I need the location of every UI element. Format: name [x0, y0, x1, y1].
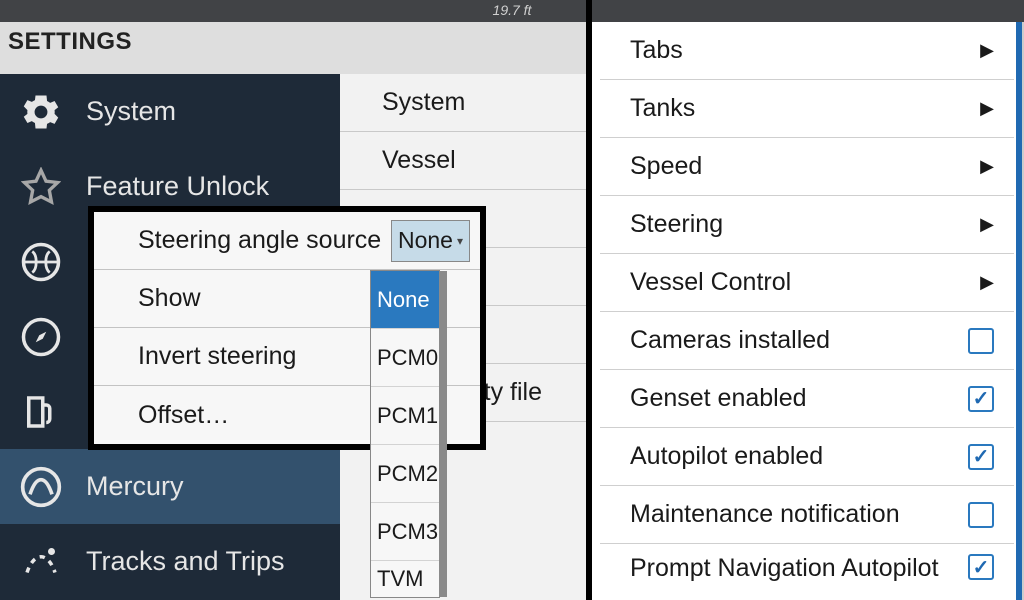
dropdown-scrollbar[interactable]	[439, 271, 447, 597]
right-panel: Tabs ▶ Tanks ▶ Speed ▶ Steering ▶ Vessel…	[592, 22, 1022, 600]
star-icon	[14, 160, 68, 214]
nav-item-label: Tanks	[630, 94, 695, 123]
nav-item-label: Steering	[630, 210, 723, 239]
sublist-item-vessel[interactable]: Vessel	[340, 132, 586, 190]
tracks-icon	[14, 535, 68, 589]
check-item-autopilot-enabled[interactable]: Autopilot enabled ✓	[600, 428, 1014, 486]
sidebar-item-system[interactable]: System	[0, 74, 340, 149]
nav-item-label: Tabs	[630, 36, 683, 65]
right-panel-scrollbar[interactable]	[1016, 22, 1022, 600]
dropdown-option-pcm1[interactable]: PCM1	[371, 387, 439, 445]
compass-icon	[14, 310, 68, 364]
nav-item-label: Speed	[630, 152, 702, 181]
caret-down-icon: ▾	[457, 234, 463, 248]
check-item-label: Prompt Navigation Autopilot	[630, 554, 939, 583]
checkbox-icon[interactable]: ✓	[968, 328, 994, 354]
fuel-icon	[14, 385, 68, 439]
check-item-cameras-installed[interactable]: Cameras installed ✓	[600, 312, 1014, 370]
checkbox-icon[interactable]: ✓	[968, 386, 994, 412]
chevron-right-icon: ▶	[980, 272, 994, 293]
checkbox-icon[interactable]: ✓	[968, 444, 994, 470]
steering-offset-label: Offset…	[138, 401, 229, 430]
check-item-label: Autopilot enabled	[630, 442, 823, 471]
page-title: SETTINGS	[8, 28, 132, 56]
sidebar-item-label: System	[86, 96, 176, 127]
chevron-right-icon: ▶	[980, 40, 994, 61]
nav-item-speed[interactable]: Speed ▶	[600, 138, 1014, 196]
check-item-label: Genset enabled	[630, 384, 807, 413]
dropdown-option-pcm0[interactable]: PCM0	[371, 329, 439, 387]
nav-item-steering[interactable]: Steering ▶	[600, 196, 1014, 254]
check-item-maintenance-notification[interactable]: Maintenance notification ✓	[600, 486, 1014, 544]
nav-item-vessel-control[interactable]: Vessel Control ▶	[600, 254, 1014, 312]
steering-source-dropdown-list: None PCM0 PCM1 PCM2 PCM3 TVM	[370, 270, 440, 598]
invert-steering-label: Invert steering	[138, 342, 296, 371]
sidebar-item-tracks[interactable]: Tracks and Trips	[0, 524, 340, 599]
check-item-prompt-navigation-autopilot[interactable]: Prompt Navigation Autopilot ✓	[600, 544, 1014, 590]
nav-item-tanks[interactable]: Tanks ▶	[600, 80, 1014, 138]
steering-angle-source-row[interactable]: Steering angle source None ▾	[94, 212, 480, 270]
chevron-right-icon: ▶	[980, 98, 994, 119]
depth-value: 19.7 ft	[493, 2, 532, 18]
status-bar: 19.7 ft	[0, 0, 1024, 22]
sidebar-item-label: Mercury	[86, 471, 184, 502]
sidebar-item-label: Feature Unlock	[86, 171, 269, 202]
chevron-right-icon: ▶	[980, 214, 994, 235]
sublist-item-system[interactable]: System	[340, 74, 586, 132]
steering-show-label: Show	[138, 284, 201, 313]
dropdown-option-tvm[interactable]: TVM	[371, 561, 439, 597]
chart-icon	[14, 235, 68, 289]
nav-item-label: Vessel Control	[630, 268, 791, 297]
mercury-icon	[14, 460, 68, 514]
dropdown-option-pcm2[interactable]: PCM2	[371, 445, 439, 503]
sidebar-item-mercury[interactable]: Mercury	[0, 449, 340, 524]
gear-icon	[14, 85, 68, 139]
check-item-genset-enabled[interactable]: Genset enabled ✓	[600, 370, 1014, 428]
checkbox-icon[interactable]: ✓	[968, 554, 994, 580]
dropdown-option-none[interactable]: None	[371, 271, 439, 329]
sidebar-item-label: Tracks and Trips	[86, 546, 285, 577]
dropdown-option-pcm3[interactable]: PCM3	[371, 503, 439, 561]
check-item-label: Cameras installed	[630, 326, 830, 355]
check-item-label: Maintenance notification	[630, 500, 900, 529]
checkbox-icon[interactable]: ✓	[968, 502, 994, 528]
left-panel: SETTINGS System Feature Unlock	[0, 22, 586, 600]
steering-angle-source-label: Steering angle source	[138, 226, 381, 255]
steering-angle-source-dropdown[interactable]: None ▾	[391, 220, 470, 262]
nav-item-tabs[interactable]: Tabs ▶	[600, 22, 1014, 80]
chevron-right-icon: ▶	[980, 156, 994, 177]
dropdown-value: None	[398, 227, 453, 254]
